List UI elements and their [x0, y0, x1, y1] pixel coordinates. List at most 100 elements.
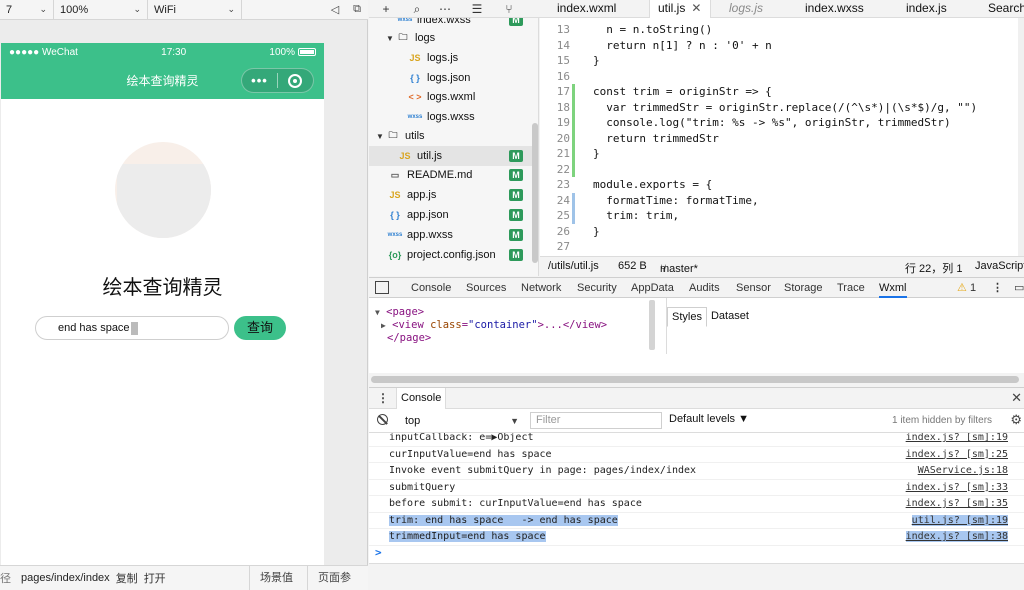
levels-select[interactable]: Default levels ▼: [669, 413, 749, 425]
code-line: 20 return trimmedStr: [556, 130, 719, 146]
page-params-button[interactable]: 页面参数: [307, 566, 368, 590]
network-select[interactable]: WiFi ⌄: [148, 0, 242, 20]
tab-logs-js[interactable]: logs.js: [721, 0, 771, 18]
modified-badge: M: [509, 18, 523, 26]
log-source-link[interactable]: index.js? [sm]:38: [905, 531, 1008, 542]
tab-sources[interactable]: Sources: [466, 278, 506, 298]
tree-item-logs-folder[interactable]: ▼ 🗀 logs: [369, 28, 538, 48]
log-row: Invoke event submitQuery in page: pages/…: [369, 463, 1024, 480]
tab-security[interactable]: Security: [577, 278, 617, 298]
tree-item-project-config[interactable]: {o} project.config.json M: [369, 245, 538, 265]
tree-item-label: logs.json: [427, 72, 471, 84]
add-file-icon[interactable]: +: [375, 0, 397, 18]
clear-console-icon[interactable]: [377, 414, 388, 425]
dom-node-view[interactable]: ▶ <view class="container">...</view>: [375, 319, 607, 332]
code-editor[interactable]: 13 n = n.toString() 14 return n[1] ? n :…: [540, 18, 1024, 256]
close-icon[interactable]: ✕: [691, 1, 701, 15]
mute-icon[interactable]: ◁: [324, 0, 346, 20]
chevron-down-icon: ⌄: [133, 4, 141, 14]
json-file-icon: { }: [390, 210, 400, 220]
tab-styles[interactable]: Styles: [667, 307, 707, 327]
tab-dataset[interactable]: Dataset: [707, 307, 753, 327]
tab-index-wxss[interactable]: index.wxss: [797, 0, 872, 18]
query-button[interactable]: 查询: [234, 316, 286, 340]
open-path-link[interactable]: 打开: [144, 570, 166, 586]
tree-scrollbar[interactable]: [532, 123, 538, 263]
horizontal-scrollbar[interactable]: [371, 376, 1019, 383]
log-source-link[interactable]: WAService.js:18: [918, 465, 1008, 476]
navigation-bar: 绘本查询精灵 •••: [1, 61, 324, 99]
log-source-link[interactable]: index.js? [sm]:19: [906, 433, 1008, 443]
inspect-element-icon[interactable]: [375, 281, 389, 294]
log-source-link[interactable]: util.js? [sm]:19: [911, 514, 1008, 526]
battery-indicator: 100%: [269, 47, 316, 58]
search-icon[interactable]: ⌕: [406, 0, 428, 18]
tree-item-app-json[interactable]: { } app.json M: [369, 205, 538, 225]
tab-audits[interactable]: Audits: [689, 278, 720, 298]
tree-item-app-js[interactable]: JS app.js M: [369, 185, 538, 205]
code-line: 16: [556, 69, 570, 83]
tree-item-logs-js[interactable]: JS logs.js: [369, 48, 538, 68]
js-file-icon: JS: [399, 151, 411, 161]
code-scrollbar[interactable]: [1018, 18, 1024, 256]
zoom-select[interactable]: 100% ⌄: [54, 0, 148, 20]
tab-storage[interactable]: Storage: [784, 278, 823, 298]
tree-item-label: project.config.json: [407, 249, 496, 261]
device-select[interactable]: 7 ⌄: [0, 0, 54, 20]
tab-console-drawer[interactable]: Console: [396, 388, 447, 409]
more-options-icon[interactable]: ⋮: [992, 278, 1003, 298]
console-prompt[interactable]: >: [375, 546, 382, 559]
detach-window-icon[interactable]: ⧉: [346, 0, 368, 20]
dom-node-page-close[interactable]: </page>: [375, 332, 607, 345]
log-source-link[interactable]: index.js? [sm]:25: [906, 449, 1008, 460]
tree-item-logs-json[interactable]: { } logs.json: [369, 68, 538, 88]
tree-item-readme[interactable]: ▭ README.md M: [369, 165, 538, 185]
query-input[interactable]: end has space: [35, 316, 229, 340]
wxml-panel: ▼ <page> ▶ <view class="container">...</…: [369, 298, 1024, 373]
tab-index-wxml[interactable]: index.wxml: [549, 0, 624, 18]
tab-wxml[interactable]: Wxml: [879, 278, 907, 298]
log-source-link[interactable]: index.js? [sm]:33: [906, 482, 1008, 493]
tree-item-label: logs.wxss: [427, 111, 475, 123]
log-source-link[interactable]: index.js? [sm]:35: [906, 498, 1008, 509]
tree-item-util-js[interactable]: JS util.js M: [369, 146, 538, 166]
tab-sensor[interactable]: Sensor: [736, 278, 771, 298]
tab-console[interactable]: Console: [411, 278, 451, 298]
context-select[interactable]: top ▼: [399, 413, 521, 429]
tab-network[interactable]: Network: [521, 278, 561, 298]
filter-input[interactable]: Filter: [530, 412, 662, 429]
tree-item-app-wxss[interactable]: wxss app.wxss M: [369, 225, 538, 245]
tab-search[interactable]: Search: [980, 0, 1024, 18]
console-log: inputCallback: e=▶Object index.js? [sm]:1…: [369, 433, 1024, 563]
copy-path-link[interactable]: 复制: [116, 570, 138, 586]
tree-item-logs-wxml[interactable]: < > logs.wxml: [369, 87, 538, 107]
collapse-icon[interactable]: ⋯: [434, 0, 456, 18]
carrier-label: ●●●●● WeChat: [9, 46, 78, 58]
tab-trace[interactable]: Trace: [837, 278, 865, 298]
scene-value-button[interactable]: 场景值: [249, 566, 303, 590]
git-branch-icon[interactable]: ⑂: [498, 0, 520, 18]
devtools-tab-bar: Console Sources Network Security AppData…: [369, 277, 1024, 298]
more-menu-icon[interactable]: •••: [242, 73, 277, 88]
tree-item-logs-wxss[interactable]: wxss logs.wxss: [369, 107, 538, 127]
tab-appdata[interactable]: AppData: [631, 278, 674, 298]
modified-badge: M: [509, 229, 523, 241]
tab-util-js[interactable]: util.js ✕: [649, 0, 711, 18]
panel-splitter[interactable]: [649, 300, 655, 350]
config-file-icon: {o}: [388, 250, 402, 260]
tab-index-js[interactable]: index.js: [898, 0, 955, 18]
tree-item-utils-folder[interactable]: ▼ 🗀 utils: [369, 126, 538, 146]
editor-status-bar: /utils/util.js 652 B ⑂ master* 行 22，列 1 J…: [540, 256, 1024, 276]
wxss-file-icon: wxss: [407, 114, 423, 120]
close-icon[interactable]: ✕: [1011, 390, 1022, 406]
status-cursor-position[interactable]: 行 22，列 1: [905, 260, 962, 276]
outline-icon[interactable]: ☰: [466, 0, 488, 18]
drawer-menu-icon[interactable]: ⋮: [377, 391, 389, 405]
status-language[interactable]: JavaScript: [975, 260, 1024, 272]
dom-node-page[interactable]: ▼ <page>: [375, 306, 607, 319]
caret-down-icon: ▼: [375, 308, 380, 317]
gear-icon[interactable]: ⚙: [1010, 412, 1022, 428]
dock-icon[interactable]: ▭: [1014, 278, 1024, 298]
warning-counter[interactable]: ⚠ 1: [957, 278, 976, 298]
close-miniprogram-icon[interactable]: [278, 73, 313, 88]
